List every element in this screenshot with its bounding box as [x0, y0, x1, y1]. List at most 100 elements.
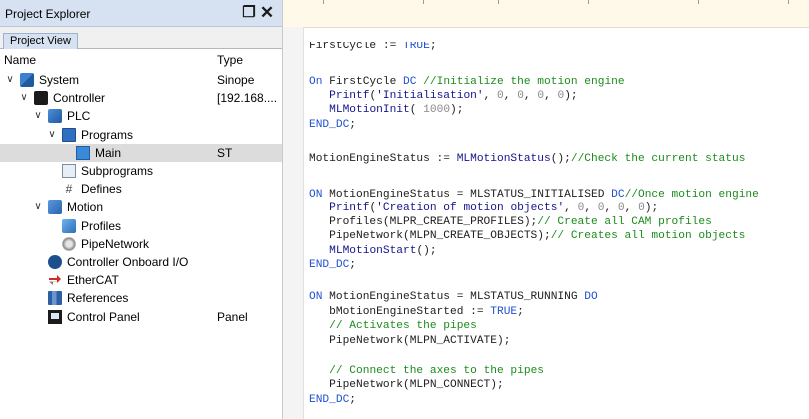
code-line[interactable]: PipeNetwork(MLPN_CREATE_OBJECTS);// Crea…: [309, 230, 746, 242]
code-line[interactable]: [309, 280, 316, 291]
code-line[interactable]: Printf('Initialisation', 0, 0, 0, 0);: [309, 90, 578, 102]
column-header-name[interactable]: Name: [4, 53, 36, 67]
tree-item-controller-onboard-i-o[interactable]: Controller Onboard I/O: [0, 253, 282, 271]
code-line[interactable]: MLMotionInit( 1000);: [309, 104, 464, 116]
code-token: MotionEngineStatus = MLSTATUS_INITIALISE…: [322, 189, 612, 201]
code-token: //Check the current status: [570, 153, 746, 165]
code-token: );: [450, 104, 464, 116]
code-line[interactable]: Profiles(MLPR_CREATE_PROFILES);// Create…: [309, 216, 712, 228]
tree-item-label: Controller Onboard I/O: [67, 255, 189, 269]
code-line[interactable]: ON MotionEngineStatus = MLSTATUS_INITIAL…: [309, 189, 759, 201]
code-editor[interactable]: FirstCycle := TRUE; On FirstCycle DC //I…: [283, 0, 809, 419]
code-token: ,: [544, 90, 558, 102]
chevron-down-icon[interactable]: ∨: [4, 71, 16, 89]
code-token: ,: [624, 202, 639, 214]
code-token: ;: [349, 119, 357, 131]
tree-item-profiles[interactable]: Profiles: [0, 217, 282, 235]
chevron-down-icon[interactable]: ∨: [46, 126, 58, 144]
tree-item-label: PipeNetwork: [81, 236, 150, 251]
code-token: ,: [564, 202, 578, 214]
code-token: ,: [523, 90, 538, 102]
tree-item-subprograms[interactable]: Subprograms: [0, 162, 282, 180]
code-line[interactable]: FirstCycle := TRUE;: [309, 42, 437, 52]
tree-item-programs[interactable]: ∨ Programs: [0, 126, 282, 144]
panel-header: Project Explorer ❐ ✕: [0, 0, 282, 27]
tree-item-label: Subprograms: [81, 164, 154, 178]
tree-item-label: System: [39, 73, 80, 87]
plc-icon: [48, 109, 62, 124]
ruler-tick: [323, 0, 324, 4]
tree-item-label: PLC: [67, 109, 91, 124]
code-line[interactable]: Printf('Creation of motion objects', 0, …: [309, 202, 658, 214]
tree-item-label: Profiles: [81, 218, 122, 233]
code-line[interactable]: [309, 169, 316, 180]
chevron-down-icon[interactable]: ∨: [32, 198, 44, 216]
code-line[interactable]: END_DC;: [309, 394, 356, 406]
tree-item-motion[interactable]: ∨ Motion: [0, 198, 282, 216]
code-token: END_DC: [309, 119, 350, 131]
tree-item-label: Programs: [81, 127, 134, 142]
code-line[interactable]: bMotionEngineStarted := TRUE;: [309, 306, 524, 318]
chevron-down-icon[interactable]: ∨: [18, 89, 30, 107]
code-token: MLMotionStatus: [456, 153, 551, 165]
close-icon[interactable]: ✕: [259, 4, 275, 22]
code-token: //Initialize the motion engine: [423, 76, 625, 88]
code-token: FirstCycle :=: [309, 42, 403, 52]
code-line[interactable]: END_DC;: [309, 119, 357, 131]
pin-icon[interactable]: ❐: [241, 4, 257, 22]
code-line[interactable]: // Activates the pipes: [309, 320, 477, 332]
code-token: END_DC: [309, 259, 350, 271]
ethercat-icon: [48, 273, 62, 287]
code-line[interactable]: PipeNetwork(MLPN_ACTIVATE);: [309, 335, 510, 347]
code-text[interactable]: FirstCycle := TRUE; On FirstCycle DC //I…: [309, 42, 809, 419]
code-token: ;: [429, 42, 437, 52]
code-line[interactable]: PipeNetwork(MLPN_CONNECT);: [309, 379, 504, 391]
code-line[interactable]: END_DC;: [309, 259, 356, 271]
tab-project-view[interactable]: Project View: [3, 33, 78, 49]
code-token: END_DC: [309, 394, 350, 406]
code-token: (: [409, 104, 424, 116]
code-line[interactable]: MLMotionStart();: [309, 245, 437, 257]
subprograms-icon: [62, 164, 76, 178]
code-line[interactable]: ON MotionEngineStatus = MLSTATUS_RUNNING…: [309, 291, 598, 303]
tree-item-controller[interactable]: ∨ Controller [192.168....: [0, 89, 282, 107]
tree-item-label: Main: [95, 145, 122, 160]
column-header-type[interactable]: Type: [217, 53, 243, 67]
code-token: ON: [309, 189, 323, 201]
code-token: PipeNetwork(MLPN_CONNECT);: [309, 379, 504, 391]
code-line[interactable]: // Connect the axes to the pipes: [309, 365, 544, 377]
code-line[interactable]: [309, 134, 316, 145]
code-token: On: [309, 76, 323, 88]
tree-item-pipenetwork[interactable]: PipeNetwork: [0, 235, 282, 253]
code-token: FirstCycle: [322, 76, 404, 88]
code-line[interactable]: MotionEngineStatus := MLMotionStatus();/…: [309, 153, 746, 165]
tree-item-main[interactable]: Main ST: [0, 143, 282, 162]
onboard-io-icon: [48, 255, 62, 269]
tree-item-control-panel[interactable]: Control Panel Panel: [0, 308, 282, 326]
tree-item-system[interactable]: ∨ System Sinope: [0, 71, 282, 89]
tree-item-plc[interactable]: ∨ PLC: [0, 107, 282, 125]
tree-item-references[interactable]: References: [0, 289, 282, 307]
code-token: bMotionEngineStarted :=: [309, 306, 491, 318]
code-token: DC: [403, 76, 417, 88]
tree-item-defines[interactable]: # Defines: [0, 180, 282, 198]
code-token: // Creates all motion objects: [550, 230, 746, 242]
chevron-down-icon[interactable]: ∨: [32, 107, 44, 125]
code-token: 1000: [423, 104, 451, 116]
references-icon: [48, 291, 62, 306]
tree-item-type: [192.168....: [217, 91, 278, 106]
code-token: Printf: [329, 202, 370, 214]
code-token: ();: [416, 245, 437, 257]
code-line[interactable]: [309, 351, 316, 362]
tree-item-ethercat[interactable]: EtherCAT: [0, 271, 282, 289]
code-token: ,: [503, 90, 518, 102]
code-line[interactable]: On FirstCycle DC //Initialize the motion…: [309, 76, 625, 88]
code-token: Printf: [329, 90, 370, 102]
editor-gutter[interactable]: [283, 27, 304, 419]
ruler-tick: [423, 0, 424, 4]
code-token: 0: [617, 202, 625, 214]
code-token: );: [564, 90, 578, 102]
motion-icon: [48, 200, 62, 215]
